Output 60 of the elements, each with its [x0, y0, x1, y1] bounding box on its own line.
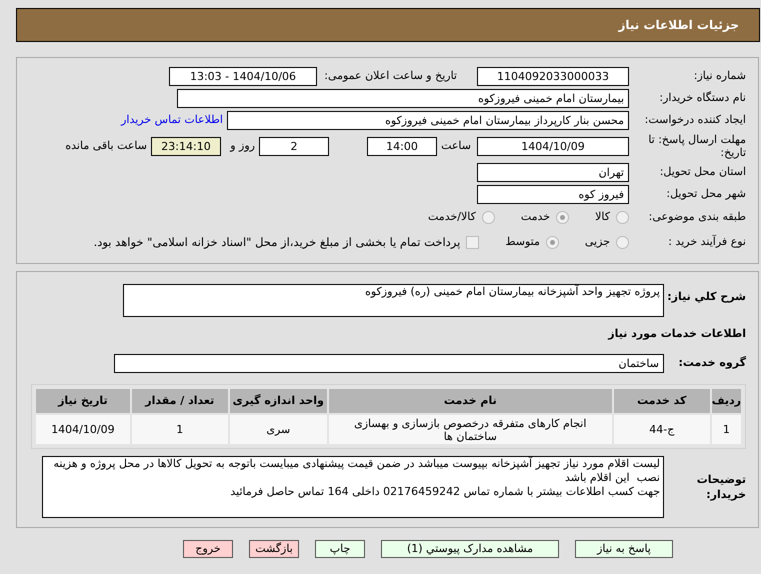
deadline-time-field: 14:00 — [367, 136, 437, 156]
field-label: نام دستگاه خریدار: — [658, 90, 746, 106]
checkbox-label: پرداخت تمام یا بخشی از مبلغ خرید،از محل "اسناد خزانه اسلامی" خواهد بود. — [94, 234, 460, 251]
city-field: فیروز کوه — [477, 184, 629, 204]
need-number-field: 1104092033000033 — [477, 66, 629, 86]
action-button[interactable]: خروج — [183, 540, 233, 558]
radio-button[interactable] — [546, 236, 559, 249]
field-label: شهر محل تحویل: — [665, 186, 746, 202]
column-header: ردیف — [712, 389, 741, 413]
description-field[interactable]: پروژه تجهیز واحد آشپزخانه بیمارستان امام خمینی (ره) فیروزکوه — [123, 284, 664, 317]
table-cell: سری — [230, 415, 327, 444]
field-label: ساعت — [440, 138, 472, 154]
buyer-notes-field[interactable]: لیست اقلام مورد نیاز تجهیز آشپزخانه بپیوست میباشد در ضمن قیمت پیشنهادی میبایست باتوجه به تحویل کالاها در محل پروژه و هزینه نصب این اقلام باشد جهت کسب اطلاعات بیشتر با شماره تماس 02176459242 داخلی 164 تماس حاصل فرمائید — [42, 456, 664, 518]
field-label: استان محل تحویل: — [658, 164, 746, 180]
remaining-time-field: 23:14:10 — [151, 136, 221, 156]
table-cell: ج-44 — [614, 415, 710, 444]
deadline-date-field: 1404/10/09 — [477, 136, 629, 156]
table-cell: 1 — [132, 415, 228, 444]
days-field: 2 — [259, 136, 329, 156]
column-header: نام خدمت — [328, 389, 612, 413]
buyer-org-field: بیمارستان امام خمینی فیروزکوه — [177, 88, 629, 108]
column-header: واحد اندازه گیری — [230, 389, 327, 413]
action-button[interactable]: پاسخ به نیاز — [575, 540, 673, 558]
field-label: طبقه بندی موضوعی: — [648, 209, 746, 226]
column-header: تعداد / مقدار — [132, 389, 228, 413]
field-label: شرح کلي نیاز: — [666, 289, 746, 305]
column-header: کد خدمت — [614, 389, 710, 413]
action-button[interactable]: چاپ — [315, 540, 365, 558]
field-label: توضیحات خریدار: — [696, 472, 746, 502]
checkbox[interactable] — [466, 236, 480, 249]
table-cell: انجام کارهای متفرقه درخصوص بازسازی و بهسازی ساختمان ها — [328, 415, 612, 444]
action-button[interactable]: بازگشت — [249, 540, 299, 558]
radio-label: جزیی — [584, 234, 610, 250]
service-group-field: ساختمان — [114, 354, 664, 372]
field-label: ایجاد کننده درخواست: — [644, 112, 746, 128]
province-field: تهران — [477, 162, 629, 182]
field-label: مهلت ارسال پاسخ: تا تاریخ: — [647, 133, 746, 159]
radio-button[interactable] — [482, 211, 495, 224]
radio-label: کالا — [595, 209, 610, 226]
header-title: جزئیات اطلاعات نیاز — [618, 17, 739, 34]
table-cell: 1 — [712, 415, 741, 444]
field-label: ساعت باقی مانده — [65, 138, 148, 154]
column-header: تاریخ نیاز — [36, 389, 130, 413]
contact-link[interactable]: اطلاعات تماس خریدار — [121, 112, 223, 128]
field-label: گروه خدمت: — [677, 354, 746, 371]
action-button[interactable]: مشاهده مدارک پیوستي (1) — [381, 540, 559, 558]
radio-button[interactable] — [556, 211, 570, 224]
announce-date-field: 1404/10/06 - 13:03 — [169, 66, 317, 86]
radio-button[interactable] — [616, 211, 629, 224]
radio-label: متوسط — [505, 234, 540, 250]
table-cell: 1404/10/09 — [36, 415, 130, 444]
field-label: تاریخ و ساعت اعلان عمومی: — [323, 68, 458, 84]
radio-button[interactable] — [616, 236, 629, 249]
requester-field: محسن بنار کارپرداز بیمارستان امام خمینی فیروزکوه — [227, 110, 629, 130]
field-label: اطلاعات خدمات مورد نیاز — [608, 326, 746, 342]
field-label: نوع فرآیند خرید : — [667, 234, 746, 250]
field-label: شماره نیاز: — [692, 68, 746, 84]
radio-label: کالا/خدمت — [428, 209, 476, 226]
field-label: روز و — [228, 138, 256, 154]
radio-label: خدمت — [520, 209, 550, 226]
